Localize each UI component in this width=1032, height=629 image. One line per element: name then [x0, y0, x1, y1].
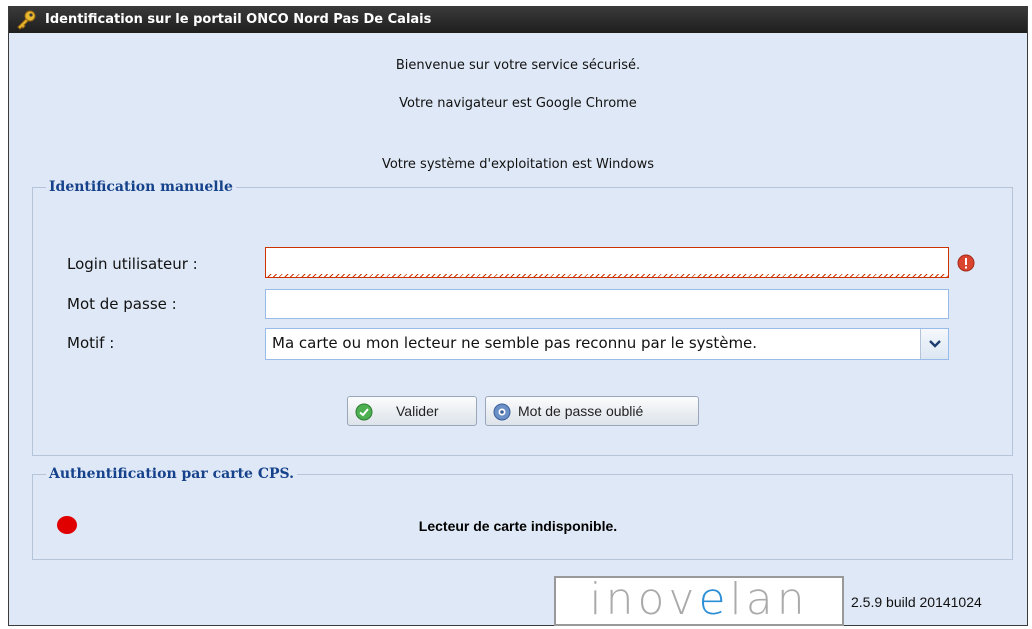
version-text: 2.5.9 build 20141024	[851, 594, 982, 610]
login-window: Identification sur le portail ONCO Nord …	[8, 6, 1028, 626]
key-icon	[15, 10, 37, 30]
chevron-down-icon	[929, 340, 941, 348]
validate-label: Valider	[396, 403, 439, 419]
error-icon	[957, 254, 975, 272]
validate-button[interactable]: Valider	[347, 396, 477, 426]
check-icon	[355, 403, 373, 421]
window-title: Identification sur le portail ONCO Nord …	[45, 12, 432, 27]
cps-authentication-group: Authentification par carte CPS.	[32, 466, 1013, 560]
window-titlebar: Identification sur le portail ONCO Nord …	[9, 7, 1027, 33]
reason-select[interactable]: Ma carte ou mon lecteur ne semble pas re…	[265, 328, 949, 360]
cps-authentication-legend: Authentification par carte CPS.	[49, 466, 294, 482]
login-input[interactable]	[265, 247, 949, 278]
os-info-text: Votre système d'exploitation est Windows	[381, 157, 655, 172]
reason-selected-value: Ma carte ou mon lecteur ne semble pas re…	[272, 334, 758, 352]
reason-label: Motif :	[67, 334, 115, 352]
manual-identification-legend: Identification manuelle	[49, 179, 233, 195]
welcome-text: Bienvenue sur votre service sécurisé.	[395, 58, 641, 73]
browser-info-text: Votre navigateur est Google Chrome	[399, 96, 637, 111]
dropdown-trigger[interactable]	[920, 329, 948, 359]
card-reader-status: Lecteur de carte indisponible.	[418, 518, 618, 534]
password-input[interactable]	[265, 289, 949, 319]
forgot-password-button[interactable]: Mot de passe oublié	[485, 396, 699, 426]
password-label: Mot de passe :	[67, 295, 177, 313]
login-label: Login utilisateur :	[67, 255, 198, 273]
inovelan-logo: inovelan	[554, 576, 844, 626]
help-icon	[493, 403, 511, 421]
forgot-password-label: Mot de passe oublié	[518, 403, 644, 419]
